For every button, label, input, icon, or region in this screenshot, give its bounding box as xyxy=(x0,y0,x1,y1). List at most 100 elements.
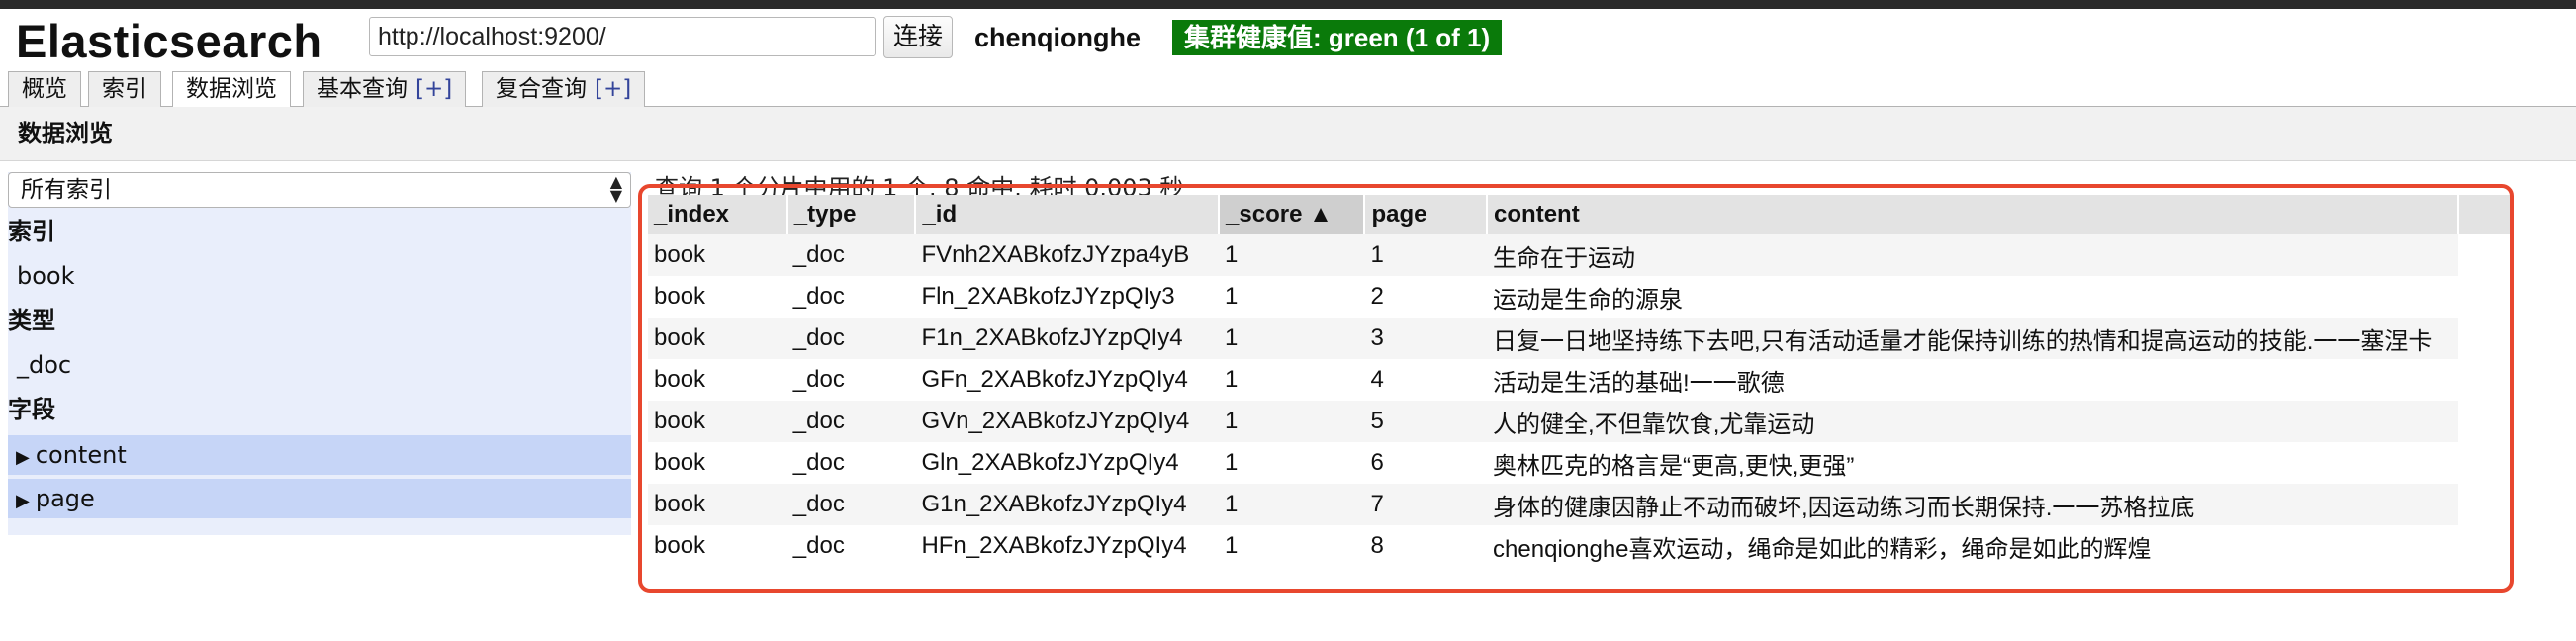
col-index-header[interactable]: _index xyxy=(648,195,788,234)
cell-index: book xyxy=(648,276,787,318)
cell-id: G1n_2XABkofzJYzpQIy4 xyxy=(915,484,1220,525)
cell-index: book xyxy=(648,484,787,525)
cell-score: 1 xyxy=(1219,276,1365,318)
window-top-bar xyxy=(0,0,2576,9)
table-header-row: _index _type _id _score ▲ page content xyxy=(648,195,2514,234)
tab-label: 索引 xyxy=(102,76,147,102)
cell-type: _doc xyxy=(786,234,916,276)
cell-id: HFn_2XABkofzJYzpQIy4 xyxy=(915,525,1220,567)
col-content-header[interactable]: content xyxy=(1487,195,2459,234)
tab-overview[interactable]: 概览 xyxy=(8,71,81,107)
tab-label: 概览 xyxy=(22,76,67,102)
tab-label: 数据浏览 xyxy=(186,76,277,102)
add-tab-icon[interactable]: [+] xyxy=(415,76,452,102)
cell-page: 4 xyxy=(1364,359,1488,401)
table-row[interactable]: book _doc GVn_2XABkofzJYzpQIy4 1 5 人的健全,不但靠饮食… xyxy=(648,401,2512,442)
cell-content: 人的健全,不但靠饮食,尤靠运动 xyxy=(1487,401,2458,442)
tab-label: 复合查询 xyxy=(496,76,587,102)
tab-data-browser[interactable]: 数据浏览 xyxy=(172,71,291,108)
cell-content: chenqionghe喜欢运动，绳命是如此的精彩，绳命是如此的辉煌 xyxy=(1487,525,2458,567)
table-body: book _doc FVnh2XABkofzJYzpa4yB 1 1 生命在于运动 book… xyxy=(648,234,2512,567)
cell-content: 奥林匹克的格言是“更高,更快,更强” xyxy=(1487,442,2458,484)
cell-id: GVn_2XABkofzJYzpQIy4 xyxy=(915,401,1220,442)
table-row[interactable]: book _doc G1n_2XABkofzJYzpQIy4 1 7 身体的健康因静止不动… xyxy=(648,484,2512,525)
index-select[interactable]: 所有索引 ▲ ▼ xyxy=(8,172,631,208)
tab-basic-query[interactable]: 基本查询 [+] xyxy=(303,71,467,107)
cell-type: _doc xyxy=(786,359,916,401)
cell-page: 2 xyxy=(1364,276,1488,318)
col-spacer-header xyxy=(2457,195,2514,234)
cluster-url-input[interactable] xyxy=(369,17,876,56)
field-item-page[interactable]: ▶ page xyxy=(8,479,631,518)
cell-id: Gln_2XABkofzJYzpQIy4 xyxy=(915,442,1220,484)
cell-id: FVnh2XABkofzJYzpa4yB xyxy=(915,234,1220,276)
cell-index: book xyxy=(648,359,787,401)
expand-triangle-icon: ▶ xyxy=(16,491,30,511)
cell-index: book xyxy=(648,234,787,276)
index-heading: 索引 xyxy=(8,218,55,245)
cell-page: 1 xyxy=(1364,234,1488,276)
cell-content: 生命在于运动 xyxy=(1487,234,2458,276)
col-page-header[interactable]: page xyxy=(1364,195,1489,234)
cell-content: 日复一日地坚持练下去吧,只有活动适量才能保持训练的热情和提高运动的技能.一一塞涅… xyxy=(1487,318,2458,359)
select-arrows-icon: ▲ ▼ xyxy=(609,172,622,205)
tab-bar: 概览 索引 数据浏览 基本查询 [+] 复合查询 [+] xyxy=(0,62,2576,108)
cell-score: 1 xyxy=(1219,234,1365,276)
cluster-health-badge: 集群健康值: green (1 of 1) xyxy=(1172,20,1503,55)
expand-triangle-icon: ▶ xyxy=(16,447,30,468)
cell-score: 1 xyxy=(1219,401,1365,442)
cell-index: book xyxy=(648,401,787,442)
section-header: 数据浏览 xyxy=(0,107,2576,161)
cell-type: _doc xyxy=(786,318,916,359)
cell-score: 1 xyxy=(1219,359,1365,401)
tab-compound-query[interactable]: 复合查询 [+] xyxy=(482,71,646,107)
type-filter-doc[interactable]: _doc xyxy=(8,345,631,385)
section-title: 数据浏览 xyxy=(18,120,113,147)
cell-type: _doc xyxy=(786,484,916,525)
cell-index: book xyxy=(648,318,787,359)
cell-type: _doc xyxy=(786,442,916,484)
tab-label: 基本查询 xyxy=(317,76,408,102)
table-row[interactable]: book _doc GFn_2XABkofzJYzpQIy4 1 4 活动是生活的基础!一… xyxy=(648,359,2512,401)
cell-index: book xyxy=(648,442,787,484)
cell-type: _doc xyxy=(786,401,916,442)
cell-page: 7 xyxy=(1364,484,1488,525)
col-type-header[interactable]: _type xyxy=(786,195,917,234)
cell-content: 运动是生命的源泉 xyxy=(1487,276,2458,318)
field-label: content xyxy=(35,441,127,469)
cell-type: _doc xyxy=(786,276,916,318)
cell-id: Fln_2XABkofzJYzpQIy3 xyxy=(915,276,1220,318)
col-score-header[interactable]: _score ▲ xyxy=(1219,195,1366,234)
cell-score: 1 xyxy=(1219,442,1365,484)
cell-content: 活动是生活的基础!一一歌德 xyxy=(1487,359,2458,401)
index-filter-book[interactable]: book xyxy=(8,256,631,296)
cell-type: _doc xyxy=(786,525,916,567)
cell-id: F1n_2XABkofzJYzpQIy4 xyxy=(915,318,1220,359)
col-id-header[interactable]: _id xyxy=(915,195,1221,234)
cell-page: 8 xyxy=(1364,525,1488,567)
cell-page: 5 xyxy=(1364,401,1488,442)
table-row[interactable]: book _doc F1n_2XABkofzJYzpQIy4 1 3 日复一日地坚持练下去… xyxy=(648,318,2512,359)
tab-indices[interactable]: 索引 xyxy=(88,71,161,107)
table-row[interactable]: book _doc FVnh2XABkofzJYzpa4yB 1 1 生命在于运动 xyxy=(648,234,2512,276)
cell-id: GFn_2XABkofzJYzpQIy4 xyxy=(915,359,1220,401)
cell-page: 6 xyxy=(1364,442,1488,484)
cell-score: 1 xyxy=(1219,484,1365,525)
add-tab-icon[interactable]: [+] xyxy=(595,76,631,102)
table-row[interactable]: book _doc HFn_2XABkofzJYzpQIy4 1 8 chenqiongh… xyxy=(648,525,2512,567)
cell-score: 1 xyxy=(1219,525,1365,567)
table-row[interactable]: book _doc Gln_2XABkofzJYzpQIy4 1 6 奥林匹克的格言是“更… xyxy=(648,442,2512,484)
results-table-wrap: _index _type _id _score ▲ page content b… xyxy=(648,195,2514,567)
table-row[interactable]: book _doc Fln_2XABkofzJYzpQIy3 1 2 运动是生命的源泉 xyxy=(648,276,2512,318)
cell-index: book xyxy=(648,525,787,567)
cell-score: 1 xyxy=(1219,318,1365,359)
field-item-content[interactable]: ▶ content xyxy=(8,435,631,475)
results-table: _index _type _id _score ▲ page content b… xyxy=(648,195,2514,567)
field-label: page xyxy=(35,485,95,512)
cell-page: 3 xyxy=(1364,318,1488,359)
type-heading: 类型 xyxy=(8,307,55,334)
connect-button[interactable]: 连接 xyxy=(883,16,953,58)
filter-sidebar: 所有索引 ▲ ▼ 索引 book 类型 _doc 字段 ▶ content ▶ pag… xyxy=(8,172,631,535)
cell-content: 身体的健康因静止不动而破坏,因运动练习而长期保持.一一苏格拉底 xyxy=(1487,484,2458,525)
index-select-value: 所有索引 xyxy=(21,177,112,203)
